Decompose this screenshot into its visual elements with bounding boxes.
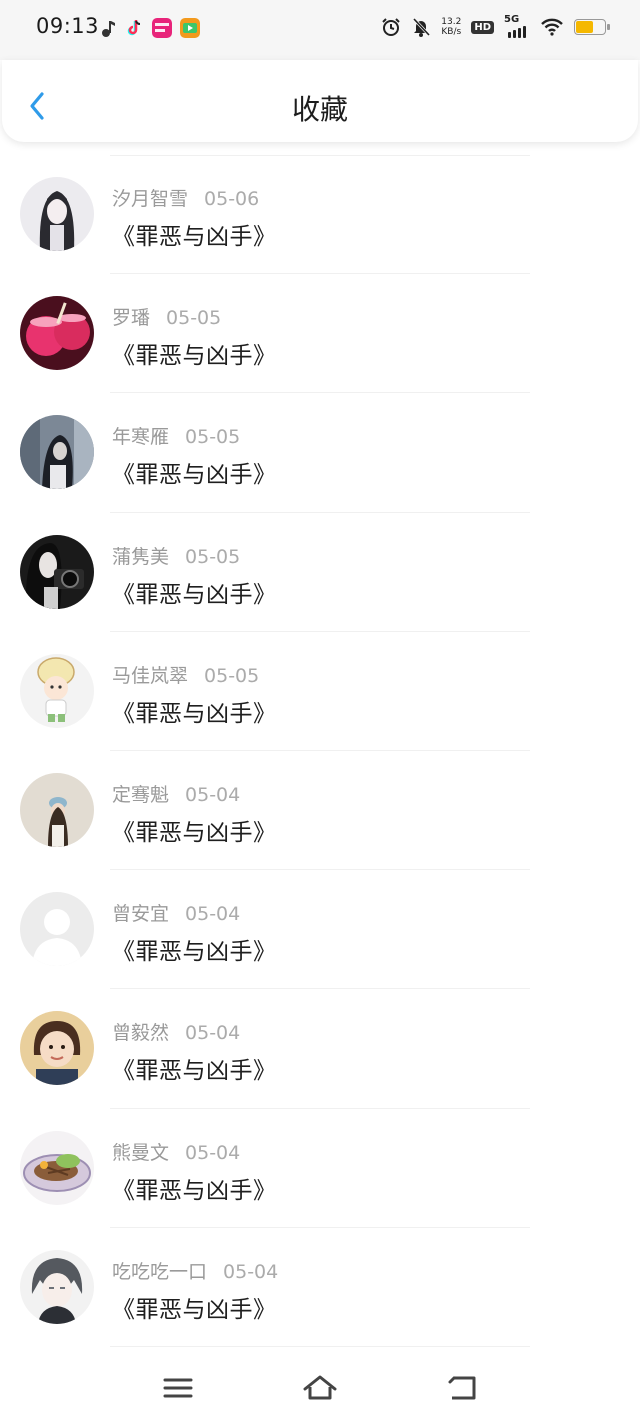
book-title[interactable]: 《罪恶与凶手》 <box>112 1290 277 1324</box>
app-icon-pink <box>152 18 172 38</box>
default-avatar-icon <box>20 892 94 967</box>
favorite-item[interactable]: 罗璠 05-05 《罪恶与凶手》 <box>0 274 640 394</box>
network-type: 5G <box>504 14 520 25</box>
favorite-meta: 年寒雁 05-05 <box>112 422 240 449</box>
avatar[interactable] <box>20 772 94 847</box>
network-speed-value: 13.2 <box>441 17 462 27</box>
avatar[interactable] <box>20 177 94 251</box>
app-header: 收藏 <box>2 60 638 142</box>
status-time: 09:13 <box>36 14 100 38</box>
favorite-meta: 曾毅然 05-04 <box>112 1018 240 1045</box>
user-name: 曾毅然 <box>112 1022 170 1045</box>
avatar[interactable] <box>20 1130 94 1205</box>
favorite-meta: 熊曼文 05-04 <box>112 1138 240 1165</box>
favorite-item[interactable]: 蒲隽美 05-05 《罪恶与凶手》 <box>0 513 640 632</box>
avatar[interactable] <box>20 415 94 490</box>
book-title[interactable]: 《罪恶与凶手》 <box>112 1051 277 1085</box>
favorite-meta: 蒲隽美 05-05 <box>112 542 240 569</box>
network-speed: 13.2 KB/s <box>441 17 461 37</box>
video-app-icon <box>180 18 200 38</box>
avatar[interactable] <box>20 892 94 967</box>
divider <box>110 1345 530 1347</box>
favorite-meta: 曾安宜 05-04 <box>112 899 240 926</box>
user-name: 吃吃吃一口 <box>112 1260 208 1283</box>
menu-icon[interactable] <box>160 1372 196 1404</box>
user-name: 年寒雁 <box>112 426 170 449</box>
book-title[interactable]: 《罪恶与凶手》 <box>112 455 277 489</box>
status-indicators: 13.2 KB/s HD 5G <box>381 14 610 38</box>
favorite-date: 05-05 <box>166 307 222 330</box>
favorite-date: 05-04 <box>185 1141 241 1164</box>
favorite-date: 05-04 <box>185 783 241 806</box>
system-nav-bar <box>0 1350 640 1427</box>
cell-signal-icon: 5G <box>504 14 530 38</box>
favorite-meta: 定骞魁 05-04 <box>112 780 240 807</box>
avatar[interactable] <box>20 534 94 609</box>
battery-level <box>576 21 593 33</box>
book-title[interactable]: 《罪恶与凶手》 <box>112 336 277 370</box>
user-name: 曾安宜 <box>112 903 170 926</box>
book-title[interactable]: 《罪恶与凶手》 <box>112 813 277 847</box>
tiktok-icon <box>127 20 141 36</box>
favorite-meta: 罗璠 05-05 <box>112 303 221 330</box>
favorite-item[interactable]: 定骞魁 05-04 《罪恶与凶手》 <box>0 751 640 871</box>
mute-bell-icon <box>413 17 431 37</box>
favorite-item[interactable]: 曾毅然 05-04 《罪恶与凶手》 <box>0 989 640 1109</box>
favorite-date: 05-05 <box>204 664 260 687</box>
user-name: 汐月智雪 <box>112 188 189 210</box>
status-bar: 09:13 13.2 KB/s HD 5G <box>0 0 640 60</box>
user-name: 蒲隽美 <box>112 545 170 568</box>
favorite-meta: 汐月智雪 05-06 <box>112 184 259 211</box>
avatar[interactable] <box>20 653 94 728</box>
back-icon[interactable] <box>444 1372 480 1404</box>
favorite-item[interactable]: 熊曼文 05-04 《罪恶与凶手》 <box>0 1109 640 1228</box>
favorites-list: 汐月智雪 05-06 《罪恶与凶手》 罗璠 05-05 《罪恶与凶手》 年寒雁 05-… <box>0 155 640 1347</box>
favorite-meta: 马佳岚翠 05-05 <box>112 661 259 688</box>
page-title: 收藏 <box>291 93 348 126</box>
status-app-icons <box>100 18 200 38</box>
avatar[interactable] <box>20 296 94 371</box>
alarm-icon <box>382 18 400 36</box>
book-title[interactable]: 《罪恶与凶手》 <box>112 1171 277 1205</box>
user-name: 罗璠 <box>112 307 151 330</box>
user-name: 熊曼文 <box>112 1141 170 1164</box>
network-speed-unit: KB/s <box>441 27 462 37</box>
book-title[interactable]: 《罪恶与凶手》 <box>112 932 277 966</box>
favorite-item[interactable]: 年寒雁 05-05 《罪恶与凶手》 <box>0 393 640 513</box>
book-title[interactable]: 《罪恶与凶手》 <box>112 575 277 609</box>
hd-badge: HD <box>471 20 494 34</box>
favorite-item[interactable]: 马佳岚翠 05-05 《罪恶与凶手》 <box>0 632 640 751</box>
book-title[interactable]: 《罪恶与凶手》 <box>112 694 277 728</box>
avatar[interactable] <box>20 1249 94 1324</box>
user-name: 马佳岚翠 <box>112 664 189 687</box>
favorite-date: 05-04 <box>185 1022 241 1045</box>
wifi-icon <box>541 18 563 36</box>
book-title[interactable]: 《罪恶与凶手》 <box>112 217 277 251</box>
favorite-date: 05-04 <box>223 1260 279 1283</box>
favorite-item[interactable]: 吃吃吃一口 05-04 《罪恶与凶手》 <box>0 1228 640 1347</box>
favorite-meta: 吃吃吃一口 05-04 <box>112 1257 278 1284</box>
favorite-date: 05-05 <box>185 426 241 449</box>
battery-icon <box>574 19 610 35</box>
favorite-date: 05-06 <box>204 188 260 210</box>
favorite-date: 05-05 <box>185 545 241 568</box>
music-note-icon <box>102 21 115 37</box>
avatar[interactable] <box>20 1011 94 1086</box>
favorite-item[interactable]: 曾安宜 05-04 《罪恶与凶手》 <box>0 870 640 990</box>
home-icon[interactable] <box>302 1372 338 1404</box>
favorite-item[interactable]: 汐月智雪 05-06 《罪恶与凶手》 <box>0 155 640 275</box>
favorite-date: 05-04 <box>185 903 241 926</box>
user-name: 定骞魁 <box>112 783 170 806</box>
